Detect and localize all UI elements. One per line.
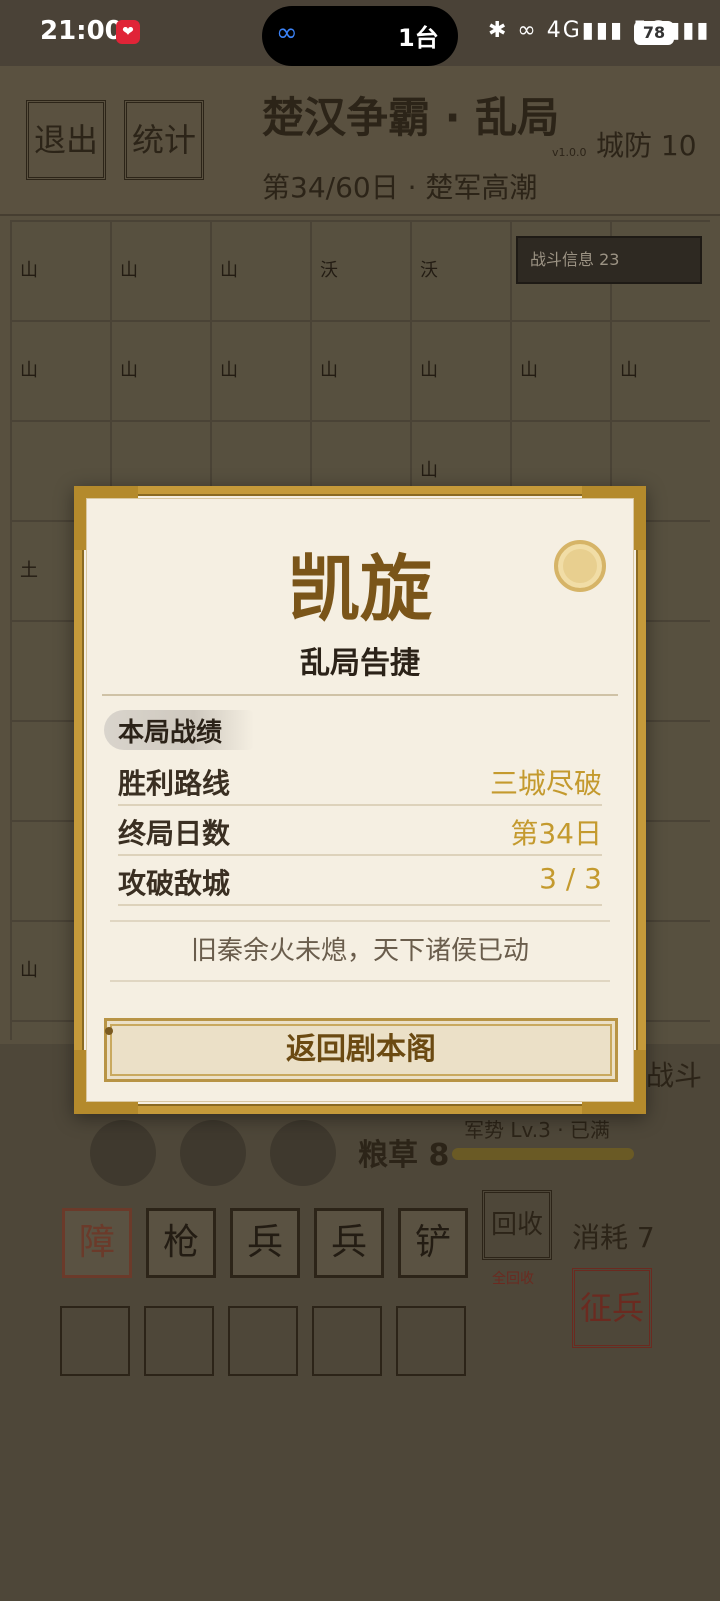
momentum-label: 军势 Lv.3 · 已满 <box>464 1118 610 1142</box>
stat-label: 胜利路线 <box>118 767 231 800</box>
stat-value: 第34日 <box>510 817 602 850</box>
tile-label: 山 <box>520 360 538 381</box>
tile-label: 山 <box>20 960 38 981</box>
game-header: 退出 统计 楚汉争霸 · 乱局 v1.0.0 城防 10 第34/60日 · 楚… <box>0 66 720 216</box>
consume-label: 消耗 7 <box>572 1221 655 1254</box>
victory-title: 凯旋 <box>287 546 432 631</box>
status-bar: 21:00 ❤ ∞ 1台 ✱ ∞ 4G▮▮▮ 5G▮▮▮ 78 <box>0 0 720 66</box>
tile-label: 山 <box>320 360 338 381</box>
victory-subtitle: 乱局告捷 <box>300 646 420 681</box>
tile-label: 山 <box>120 360 138 381</box>
corner-ornament <box>634 1050 646 1114</box>
divider <box>102 694 618 696</box>
battery-icon: 78 <box>634 21 674 45</box>
tile-label: 山 <box>220 260 238 281</box>
game-title: 楚汉争霸 · 乱局 <box>262 93 560 142</box>
battle-label[interactable]: 战斗 <box>646 1054 702 1094</box>
stat-label: 终局日数 <box>118 817 231 850</box>
empty-slot[interactable] <box>228 1306 298 1376</box>
momentum-bar <box>452 1148 634 1160</box>
skill-icon[interactable] <box>180 1120 246 1186</box>
tile-label: 沃 <box>320 260 338 281</box>
card-barrier[interactable]: 障 <box>62 1208 132 1278</box>
tile-label: 山 <box>620 360 638 381</box>
victory-dialog: 凯旋 乱局告捷 本局战绩 胜利路线 三城尽破 终局日数 第34日 攻破敌城 3 … <box>74 486 646 1114</box>
corner-ornament <box>74 1050 86 1114</box>
tile-label: 沃 <box>420 260 438 281</box>
status-time: 21:00 <box>40 16 123 46</box>
return-button[interactable]: 返回剧本阁 <box>104 1018 618 1082</box>
recall-all-button[interactable]: 全回收 <box>492 1268 534 1288</box>
tile-label: 山 <box>120 260 138 281</box>
stat-value: 3 / 3 <box>539 862 602 895</box>
heart-badge-icon: ❤ <box>116 20 140 44</box>
link-icon: ∞ <box>276 18 298 48</box>
stats-button[interactable]: 统计 <box>124 100 204 180</box>
battle-info-button[interactable]: 战斗信息 23 <box>516 236 702 284</box>
supply-icon[interactable] <box>270 1120 336 1186</box>
stat-row: 胜利路线 三城尽破 <box>118 758 602 806</box>
tile-label: 土 <box>20 560 38 581</box>
empty-slot[interactable] <box>144 1306 214 1376</box>
empty-slot[interactable] <box>60 1306 130 1376</box>
stat-row: 终局日数 第34日 <box>118 808 602 856</box>
pill-text: 1台 <box>398 24 439 52</box>
card-soldier[interactable]: 兵 <box>230 1208 300 1278</box>
tile-label: 山 <box>420 360 438 381</box>
section-title: 本局战绩 <box>118 718 223 748</box>
tile-label: 山 <box>420 460 438 481</box>
exit-button[interactable]: 退出 <box>26 100 106 180</box>
tile-label: 山 <box>20 260 38 281</box>
conscript-button[interactable]: 征兵 <box>572 1268 652 1348</box>
recall-button[interactable]: 回收 <box>482 1190 552 1260</box>
flavor-quote: 旧秦余火未熄，天下诸侯已动 <box>110 920 610 982</box>
day-status: 第34/60日 · 楚军高潮 <box>262 171 538 204</box>
version-label: v1.0.0 <box>552 146 587 159</box>
card-spear[interactable]: 枪 <box>146 1208 216 1278</box>
empty-slot[interactable] <box>312 1306 382 1376</box>
stat-row: 攻破敌城 3 / 3 <box>118 858 602 906</box>
tile-label: 山 <box>220 360 238 381</box>
card-soldier[interactable]: 兵 <box>314 1208 384 1278</box>
network-icons: ✱ ∞ 4G▮▮▮ 5G▮▮▮ <box>488 18 711 43</box>
spear-icon[interactable] <box>90 1120 156 1186</box>
grain-count: 粮草 8 <box>358 1138 450 1173</box>
empty-slot[interactable] <box>396 1306 466 1376</box>
card-shovel[interactable]: 铲 <box>398 1208 468 1278</box>
tile-label: 山 <box>20 360 38 381</box>
city-defense: 城防 10 <box>596 129 697 162</box>
stat-label: 攻破敌城 <box>118 867 231 900</box>
stat-value: 三城尽破 <box>489 767 602 800</box>
